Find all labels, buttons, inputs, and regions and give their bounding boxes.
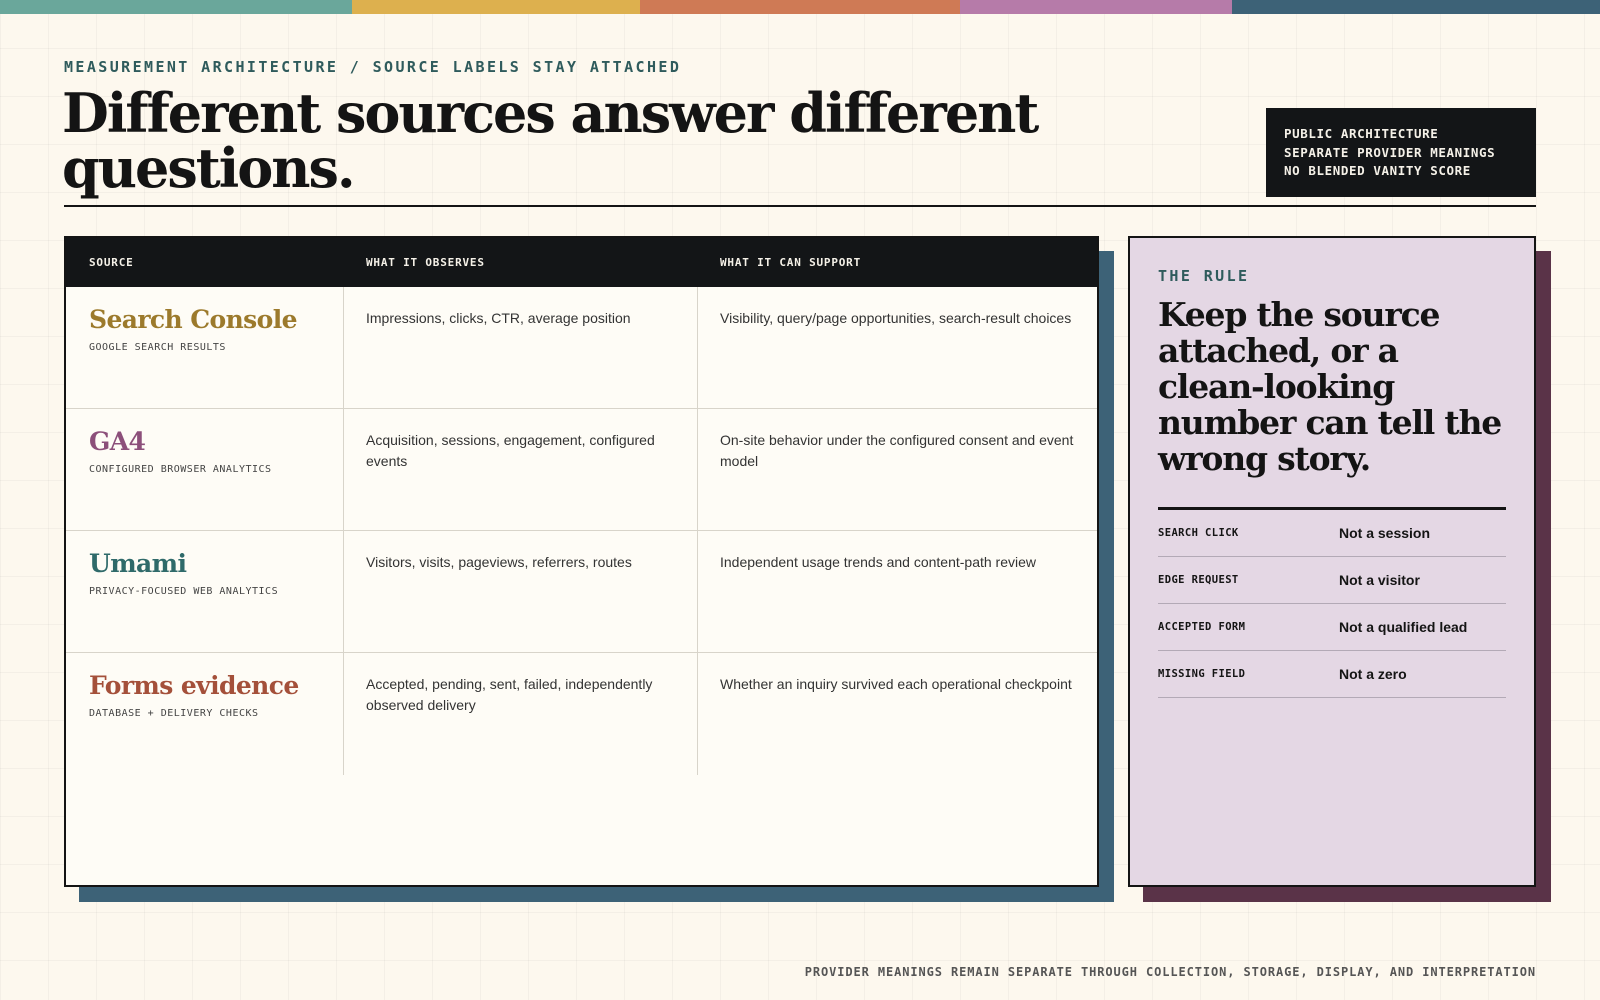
footer-note: PROVIDER MEANINGS REMAIN SEPARATE THROUG… <box>804 965 1536 979</box>
color-strip-segment <box>1232 0 1600 14</box>
observes-cell: Acquisition, sessions, engagement, confi… <box>344 409 698 530</box>
color-strip-segment <box>352 0 640 14</box>
table-row: Search Console GOOGLE SEARCH RESULTS Imp… <box>66 287 1097 409</box>
meaning-key: ACCEPTED FORM <box>1158 621 1246 633</box>
meaning-row: MISSING FIELD Not a zero <box>1158 651 1506 698</box>
meaning-value: Not a session <box>1339 525 1431 541</box>
meaning-key: MISSING FIELD <box>1158 668 1246 680</box>
principles-tag-box: PUBLIC ARCHITECTURE SEPARATE PROVIDER ME… <box>1266 108 1536 197</box>
table-row: Umami PRIVACY-FOCUSED WEB ANALYTICS Visi… <box>66 531 1097 653</box>
meaning-value: Not a zero <box>1339 666 1407 682</box>
color-strip <box>0 0 1600 14</box>
table-header: SOURCE WHAT IT OBSERVES WHAT IT CAN SUPP… <box>66 238 1097 287</box>
meaning-key: EDGE REQUEST <box>1158 574 1239 586</box>
meaning-row: ACCEPTED FORM Not a qualified lead <box>1158 604 1506 651</box>
color-strip-segment <box>0 0 352 14</box>
meaning-key: SEARCH CLICK <box>1158 527 1239 539</box>
meaning-row: EDGE REQUEST Not a visitor <box>1158 557 1506 604</box>
source-cell: Forms evidence DATABASE + DELIVERY CHECK… <box>66 653 344 775</box>
source-subtitle: GOOGLE SEARCH RESULTS <box>89 342 226 353</box>
principle-tag: SEPARATE PROVIDER MEANINGS <box>1284 144 1496 160</box>
supports-cell: Whether an inquiry survived each operati… <box>720 676 1072 692</box>
source-name: Umami <box>89 549 187 578</box>
observes-cell: Impressions, clicks, CTR, average positi… <box>344 287 698 408</box>
principle-tag: PUBLIC ARCHITECTURE <box>1284 126 1439 141</box>
sources-table: SOURCE WHAT IT OBSERVES WHAT IT CAN SUPP… <box>64 236 1099 887</box>
meaning-row: SEARCH CLICK Not a session <box>1158 510 1506 557</box>
supports-cell: Visibility, query/page opportunities, se… <box>720 310 1072 326</box>
meaning-list: SEARCH CLICK Not a session EDGE REQUEST … <box>1158 507 1506 698</box>
supports-cell: Independent usage trends and content-pat… <box>720 554 1037 570</box>
column-header-supports: WHAT IT CAN SUPPORT <box>720 256 862 269</box>
source-subtitle: DATABASE + DELIVERY CHECKS <box>89 708 259 719</box>
color-strip-segment <box>640 0 960 14</box>
rule-card: THE RULE Keep the source attached, or a … <box>1128 236 1536 887</box>
source-cell: GA4 CONFIGURED BROWSER ANALYTICS <box>66 409 344 530</box>
table-row: GA4 CONFIGURED BROWSER ANALYTICS Acquisi… <box>66 409 1097 531</box>
meaning-value: Not a qualified lead <box>1339 619 1468 635</box>
column-header-source: SOURCE <box>89 256 134 269</box>
source-cell: Search Console GOOGLE SEARCH RESULTS <box>66 287 344 408</box>
header-divider <box>64 205 1536 207</box>
source-name: Search Console <box>89 305 298 334</box>
meaning-value: Not a visitor <box>1339 572 1420 588</box>
source-subtitle: CONFIGURED BROWSER ANALYTICS <box>89 464 272 475</box>
source-name: GA4 <box>89 427 146 456</box>
column-header-observes: WHAT IT OBSERVES <box>366 256 485 269</box>
rule-statement: Keep the source attached, or a clean-loo… <box>1158 295 1502 478</box>
table-row: Forms evidence DATABASE + DELIVERY CHECK… <box>66 653 1097 775</box>
source-subtitle: PRIVACY-FOCUSED WEB ANALYTICS <box>89 586 279 597</box>
observes-cell: Accepted, pending, sent, failed, indepen… <box>344 653 698 775</box>
color-strip-segment <box>960 0 1232 14</box>
page-eyebrow: MEASUREMENT ARCHITECTURE / SOURCE LABELS… <box>64 58 682 76</box>
page-title: Different sources answer different quest… <box>62 86 1162 196</box>
observes-cell: Visitors, visits, pageviews, referrers, … <box>344 531 698 652</box>
page-title-line: questions. <box>62 136 356 200</box>
source-cell: Umami PRIVACY-FOCUSED WEB ANALYTICS <box>66 531 344 652</box>
source-name: Forms evidence <box>89 671 299 700</box>
principle-tag: NO BLENDED VANITY SCORE <box>1284 163 1471 178</box>
rule-eyebrow: THE RULE <box>1158 267 1250 285</box>
supports-cell: On-site behavior under the configured co… <box>720 432 1074 469</box>
